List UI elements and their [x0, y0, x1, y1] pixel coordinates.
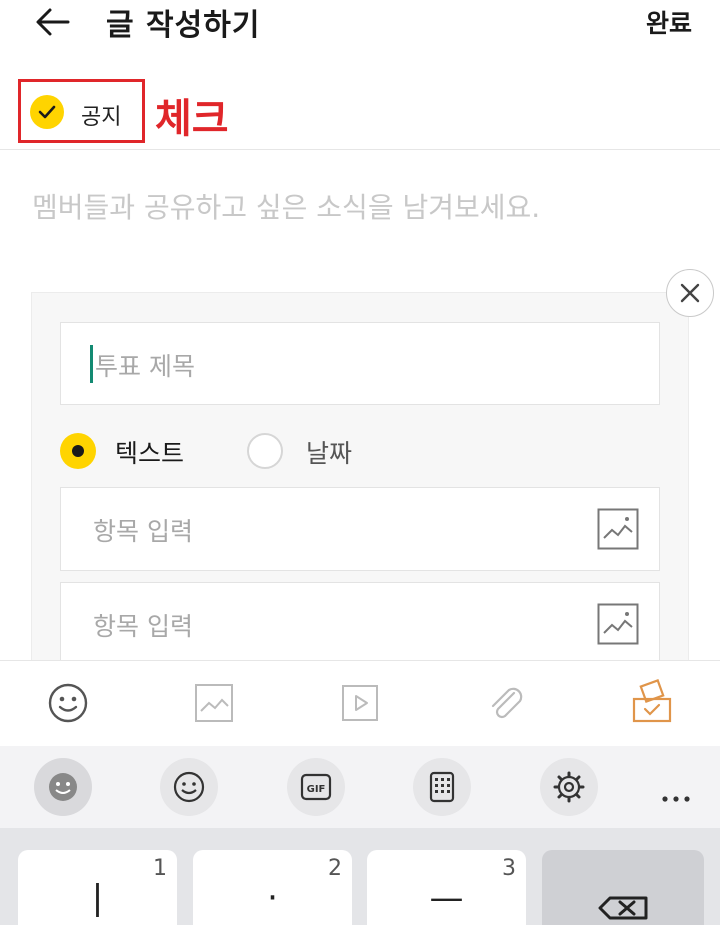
app-header: 글 작성하기 완료 — [0, 0, 720, 48]
gif-icon[interactable]: GIF — [287, 758, 345, 816]
key-1[interactable]: 1 | — [18, 850, 177, 925]
poll-item-input[interactable]: 항목 입력 — [60, 487, 660, 571]
radio-text[interactable] — [60, 433, 96, 469]
gif-label: GIF — [307, 784, 326, 795]
poll-item-input[interactable]: 항목 입력 — [60, 582, 660, 666]
image-icon[interactable] — [597, 508, 639, 550]
poll-close-button[interactable] — [666, 269, 714, 317]
keyboard: 1 | 2 · 3 — — [0, 828, 720, 925]
poll-icon[interactable] — [630, 678, 674, 723]
key-3[interactable]: 3 — — [367, 850, 526, 925]
page-title: 글 작성하기 — [106, 8, 261, 43]
annotation-label: 체크 — [155, 96, 229, 142]
radio-date-label[interactable]: 날짜 — [306, 434, 352, 470]
poll-item-placeholder: 항목 입력 — [93, 517, 193, 546]
image-icon[interactable] — [192, 681, 236, 725]
arrow-left-icon — [36, 8, 70, 36]
emoji-icon[interactable] — [160, 758, 218, 816]
done-button[interactable]: 완료 — [646, 4, 692, 40]
radio-date[interactable] — [247, 433, 283, 469]
notice-checkbox[interactable] — [30, 95, 64, 129]
back-button[interactable] — [34, 4, 74, 40]
compose-toolbar — [0, 660, 720, 746]
more-icon[interactable] — [646, 758, 704, 816]
poll-item-placeholder: 항목 입력 — [93, 612, 193, 641]
video-icon[interactable] — [338, 681, 382, 725]
check-icon — [38, 105, 56, 119]
poll-title-placeholder: 투표 제목 — [95, 352, 195, 381]
backspace-key[interactable] — [542, 850, 704, 925]
notice-toggle[interactable]: 공지 — [18, 79, 145, 143]
keyboard-toolbar: GIF — [0, 746, 720, 828]
image-icon[interactable] — [597, 603, 639, 645]
notice-label: 공지 — [81, 105, 122, 130]
key-glyph: — — [429, 878, 464, 918]
key-glyph: | — [91, 878, 104, 918]
key-glyph: · — [267, 878, 278, 918]
settings-icon[interactable] — [540, 758, 598, 816]
text-caret — [90, 345, 93, 383]
poll-title-input[interactable]: 투표 제목 — [60, 322, 660, 405]
emoji-icon[interactable] — [46, 681, 90, 725]
attachment-icon[interactable] — [484, 681, 528, 725]
keypad-icon[interactable] — [413, 758, 471, 816]
close-icon — [680, 283, 700, 303]
post-body-input[interactable]: 멤버들과 공유하고 싶은 소식을 남겨보세요. — [32, 186, 540, 226]
key-2[interactable]: 2 · — [193, 850, 352, 925]
radio-text-label[interactable]: 텍스트 — [115, 434, 184, 470]
divider — [0, 149, 720, 150]
sticker-icon[interactable] — [34, 758, 92, 816]
backspace-icon — [598, 896, 648, 920]
